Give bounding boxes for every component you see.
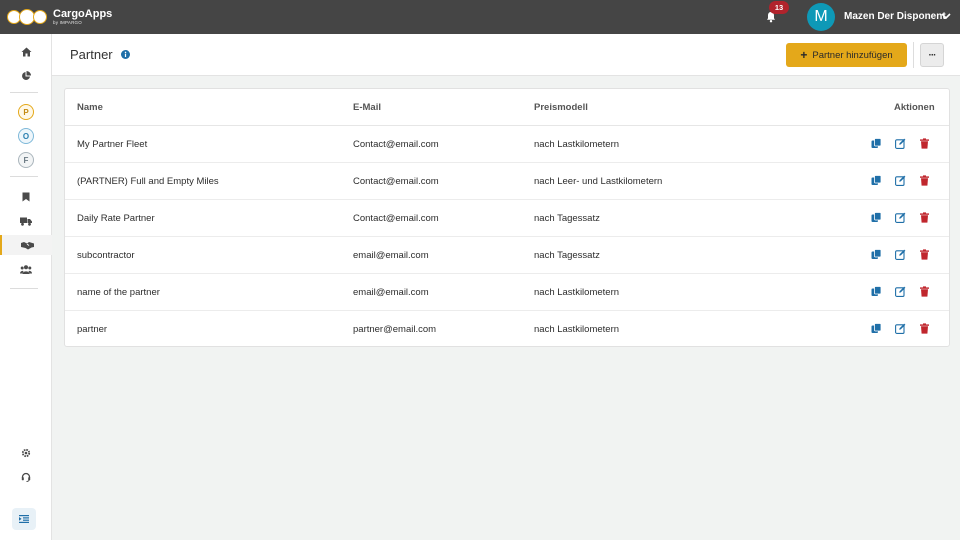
edit-icon[interactable] bbox=[895, 323, 906, 334]
avatar[interactable]: M bbox=[807, 3, 835, 31]
indent-icon bbox=[19, 515, 29, 523]
partner-email: Contact@email.com bbox=[353, 213, 439, 224]
delete-icon[interactable] bbox=[919, 323, 930, 334]
letter-badge-p: P bbox=[18, 104, 34, 120]
partner-email: email@email.com bbox=[353, 250, 429, 261]
column-header-actions: Aktionen bbox=[894, 102, 935, 113]
table-row[interactable]: (PARTNER) Full and Empty Miles Contact@e… bbox=[65, 163, 949, 200]
delete-icon[interactable] bbox=[919, 175, 930, 186]
partner-name: (PARTNER) Full and Empty Miles bbox=[77, 176, 219, 187]
table-row[interactable]: subcontractor email@email.com nach Tages… bbox=[65, 237, 949, 274]
table-header: Name E-Mail Preismodell Aktionen bbox=[65, 89, 949, 126]
info-icon[interactable] bbox=[121, 50, 130, 59]
letter-badge-f: F bbox=[18, 152, 34, 168]
partner-email: email@email.com bbox=[353, 287, 429, 298]
column-header-price-model[interactable]: Preismodell bbox=[534, 102, 588, 113]
user-name[interactable]: Mazen Der Disponent bbox=[844, 11, 946, 22]
sidebar-item-support[interactable] bbox=[0, 467, 52, 487]
delete-icon[interactable] bbox=[919, 249, 930, 260]
more-options-button[interactable]: ··· bbox=[920, 43, 944, 67]
partner-email: Contact@email.com bbox=[353, 176, 439, 187]
table-row[interactable]: partner partner@email.com nach Lastkilom… bbox=[65, 311, 949, 348]
table-row[interactable]: Daily Rate Partner Contact@email.com nac… bbox=[65, 200, 949, 237]
partner-name: Daily Rate Partner bbox=[77, 213, 155, 224]
sidebar-item-settings[interactable] bbox=[0, 443, 52, 463]
row-actions bbox=[871, 249, 930, 260]
partner-price-model: nach Lastkilometern bbox=[534, 139, 620, 150]
copy-icon[interactable] bbox=[871, 138, 882, 149]
sidebar-item-home[interactable] bbox=[0, 42, 52, 62]
users-icon bbox=[20, 264, 32, 274]
copy-icon[interactable] bbox=[871, 175, 882, 186]
app-subtitle: by IMPARGO bbox=[53, 19, 82, 25]
truck-icon bbox=[20, 217, 32, 226]
bookmark-icon bbox=[22, 192, 30, 202]
pie-chart-icon bbox=[22, 71, 31, 80]
headset-icon bbox=[21, 472, 31, 482]
add-partner-label: Partner hinzufügen bbox=[812, 49, 893, 61]
gear-icon bbox=[21, 448, 31, 458]
sidebar-item-reports[interactable] bbox=[0, 66, 52, 86]
sidebar-item-f[interactable]: F bbox=[0, 150, 52, 170]
handshake-icon bbox=[20, 241, 34, 249]
partner-price-model: nach Lastkilometern bbox=[534, 324, 620, 335]
partner-table: Name E-Mail Preismodell Aktionen My Part… bbox=[64, 88, 950, 347]
page-header: Partner + Partner hinzufügen ··· bbox=[52, 34, 960, 76]
sidebar-item-partner[interactable] bbox=[0, 235, 52, 255]
letter-badge-o: O bbox=[18, 128, 34, 144]
delete-icon[interactable] bbox=[919, 212, 930, 223]
chevron-down-icon[interactable] bbox=[941, 12, 951, 20]
row-actions bbox=[871, 286, 930, 297]
sidebar: P O F bbox=[0, 34, 52, 540]
page-title: Partner bbox=[70, 47, 113, 62]
copy-icon[interactable] bbox=[871, 249, 882, 260]
edit-icon[interactable] bbox=[895, 249, 906, 260]
partner-price-model: nach Tagessatz bbox=[534, 250, 600, 261]
copy-icon[interactable] bbox=[871, 323, 882, 334]
sidebar-divider bbox=[10, 176, 38, 177]
sidebar-item-bookmarks[interactable] bbox=[0, 187, 52, 207]
edit-icon[interactable] bbox=[895, 212, 906, 223]
partner-price-model: nach Leer- und Lastkilometern bbox=[534, 176, 663, 187]
partner-price-model: nach Lastkilometern bbox=[534, 287, 620, 298]
home-icon bbox=[21, 47, 31, 57]
edit-icon[interactable] bbox=[895, 175, 906, 186]
add-partner-button[interactable]: + Partner hinzufügen bbox=[786, 43, 907, 67]
delete-icon[interactable] bbox=[919, 138, 930, 149]
row-actions bbox=[871, 175, 930, 186]
notification-badge: 13 bbox=[769, 1, 789, 14]
logo-mark bbox=[7, 8, 47, 25]
sidebar-item-users[interactable] bbox=[0, 259, 52, 279]
sidebar-item-o[interactable]: O bbox=[0, 126, 52, 146]
edit-icon[interactable] bbox=[895, 138, 906, 149]
partner-name: name of the partner bbox=[77, 287, 160, 298]
column-header-name[interactable]: Name bbox=[77, 102, 103, 113]
table-row[interactable]: name of the partner email@email.com nach… bbox=[65, 274, 949, 311]
header-divider bbox=[913, 42, 914, 68]
copy-icon[interactable] bbox=[871, 286, 882, 297]
copy-icon[interactable] bbox=[871, 212, 882, 223]
partner-name: partner bbox=[77, 324, 108, 335]
edit-icon[interactable] bbox=[895, 286, 906, 297]
partner-name: My Partner Fleet bbox=[77, 139, 148, 150]
sidebar-item-trucks[interactable] bbox=[0, 211, 52, 231]
collapse-sidebar-button[interactable] bbox=[12, 508, 36, 530]
partner-name: subcontractor bbox=[77, 250, 135, 261]
partner-email: Contact@email.com bbox=[353, 139, 439, 150]
sidebar-item-p[interactable]: P bbox=[0, 102, 52, 122]
row-actions bbox=[871, 323, 930, 334]
row-actions bbox=[871, 138, 930, 149]
app-logo[interactable]: CargoApps by IMPARGO bbox=[7, 7, 113, 26]
delete-icon[interactable] bbox=[919, 286, 930, 297]
partner-price-model: nach Tagessatz bbox=[534, 213, 600, 224]
sidebar-divider bbox=[10, 288, 38, 289]
partner-email: partner@email.com bbox=[353, 324, 437, 335]
sidebar-divider bbox=[10, 92, 38, 93]
column-header-email[interactable]: E-Mail bbox=[353, 102, 381, 113]
app-title: CargoApps bbox=[53, 7, 113, 20]
row-actions bbox=[871, 212, 930, 223]
table-row[interactable]: My Partner Fleet Contact@email.com nach … bbox=[65, 126, 949, 163]
plus-icon: + bbox=[800, 48, 808, 62]
